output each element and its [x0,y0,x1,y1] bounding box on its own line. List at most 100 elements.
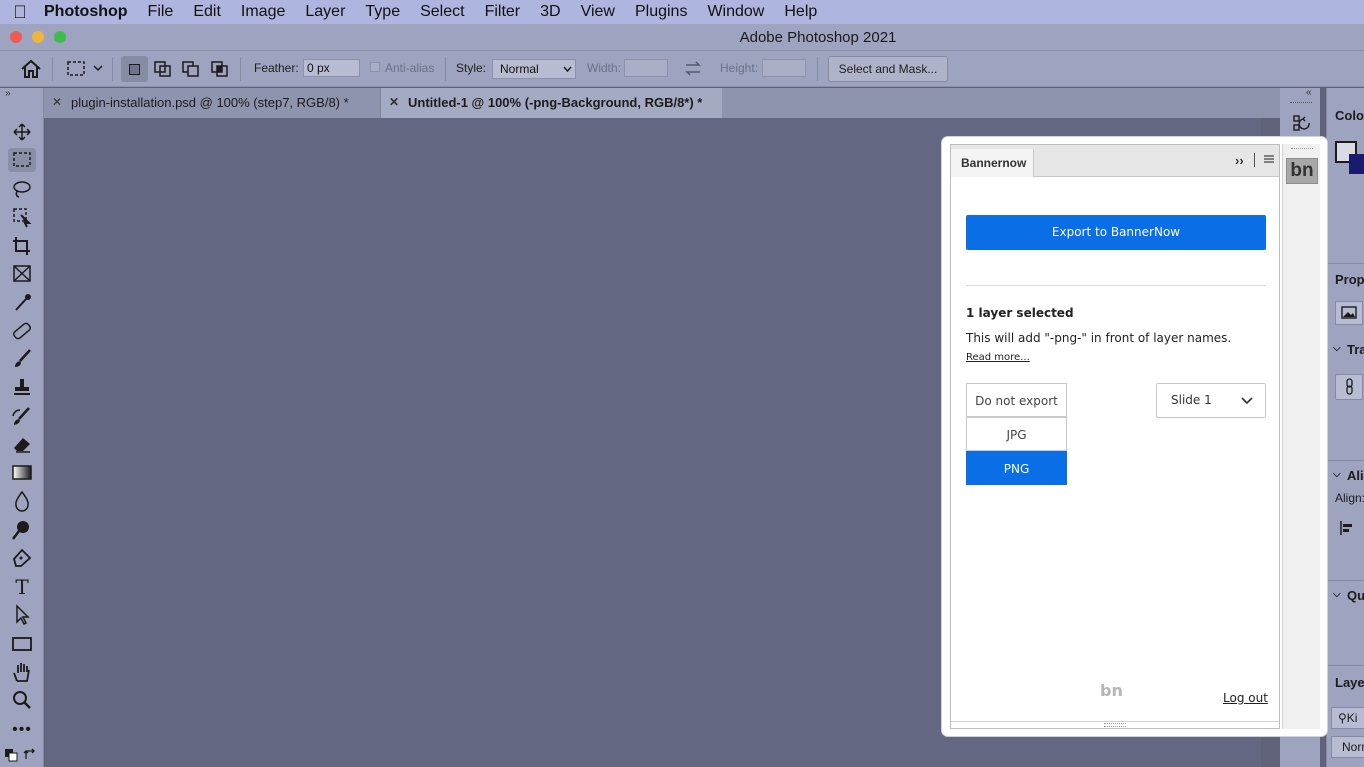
gradient-tool-icon[interactable] [8,461,36,485]
divider [1327,460,1364,461]
panel-menu-icon[interactable] [1263,155,1275,165]
align-section-title[interactable]: Ali [1347,468,1364,483]
history-brush-icon[interactable] [8,404,36,428]
transform-section-title[interactable]: Tra [1347,342,1364,357]
zoom-tool-icon[interactable] [8,688,36,712]
move-tool-icon[interactable] [8,120,36,144]
menu-window[interactable]: Window [707,3,764,21]
layer-kind-filter[interactable]: ⚲Ki [1331,707,1364,729]
home-icon[interactable] [20,59,42,79]
rectangle-tool-icon[interactable] [8,632,36,656]
add-selection-icon[interactable] [153,60,173,78]
default-colors-icon[interactable] [4,748,18,762]
close-tab-icon[interactable]: ✕ [389,95,399,109]
quick-actions-section-title[interactable]: Qu [1347,588,1364,603]
link-dimensions-button[interactable] [1335,374,1363,400]
object-select-tool-icon[interactable] [8,205,36,229]
lasso-tool-icon[interactable] [8,177,36,201]
chevron-down-icon[interactable]: ⌵ [1333,589,1341,600]
align-left-icon[interactable] [1339,520,1355,536]
subtract-selection-icon[interactable] [181,60,201,78]
eraser-tool-icon[interactable] [8,432,36,456]
divider [951,721,1279,722]
resize-grip[interactable] [1104,723,1126,727]
slide-select[interactable]: Slide 1 [1156,383,1266,418]
hand-tool-icon[interactable] [8,660,36,684]
pen-tool-icon[interactable] [8,546,36,570]
plugin-tab[interactable]: Bannernow [951,149,1034,177]
antialias-checkbox[interactable] [370,62,380,72]
dodge-tool-icon[interactable] [8,518,36,542]
collapse-toolbar-icon[interactable]: » [5,88,11,99]
healing-brush-icon[interactable] [8,319,36,343]
color-panel-title[interactable]: Color [1335,108,1364,123]
chevron-down-icon[interactable] [93,65,103,73]
menu-file[interactable]: File [148,3,174,21]
tab-untitled-1[interactable]: ✕ Untitled-1 @ 100% (-png-Background, RG… [380,88,722,118]
new-selection-button[interactable] [121,56,148,82]
slide-select-value: Slide 1 [1171,393,1212,407]
chevron-down-icon [563,66,572,73]
selection-info: 1 layer selected [966,306,1074,320]
path-select-tool-icon[interactable] [8,603,36,627]
select-and-mask-button[interactable]: Select and Mask... [828,56,948,82]
menu-view[interactable]: View [581,3,615,21]
properties-panel-title[interactable]: Prope [1335,272,1364,287]
frame-tool-icon[interactable] [8,262,36,286]
window-titlebar: Adobe Photoshop 2021 [0,24,1364,51]
more-tools-icon[interactable]: ••• [8,718,36,742]
menu-edit[interactable]: Edit [193,3,221,21]
menu-select[interactable]: Select [420,3,464,21]
close-tab-icon[interactable]: ✕ [52,95,62,109]
eyedropper-tool-icon[interactable] [8,290,36,314]
blur-tool-icon[interactable] [8,489,36,513]
apple-icon[interactable]:  [0,2,40,23]
bannernow-panel-button[interactable]: bn [1286,158,1318,184]
type-tool-icon[interactable]: T [8,575,36,599]
align-label: Align: [1335,491,1364,505]
intersect-selection-icon[interactable] [210,60,230,78]
rect-marquee-icon[interactable] [66,60,86,78]
dock-grip[interactable] [1291,148,1313,152]
format-option-jpg[interactable]: JPG [966,417,1067,451]
style-select[interactable]: Normal [492,59,576,79]
bannernow-logo: bn [1290,160,1314,181]
search-icon: ⚲ [1338,711,1347,725]
image-properties-icon[interactable] [1335,301,1363,325]
menu-image[interactable]: Image [241,3,285,21]
menu-3d[interactable]: 3D [540,3,560,21]
rect-marquee-icon [13,152,31,167]
format-option-do-not-export[interactable]: Do not export [966,383,1067,417]
marquee-tool-button[interactable] [8,148,36,172]
swap-colors-icon[interactable] [23,748,37,762]
height-input[interactable] [762,59,806,77]
blend-mode-select[interactable]: Norm [1331,736,1364,758]
crop-tool-icon[interactable] [8,234,36,258]
menu-plugins[interactable]: Plugins [635,3,687,21]
chevron-down-icon[interactable]: ⌵ [1333,343,1341,354]
background-color-swatch[interactable] [1349,154,1364,174]
tab-plugin-installation[interactable]: ✕ plugin-installation.psd @ 100% (step7,… [44,88,380,118]
swap-icon[interactable] [684,60,702,77]
style-label: Style: [456,61,487,75]
export-to-bannernow-button[interactable]: Export to BannerNow [966,215,1266,250]
menu-app-name[interactable]: Photoshop [44,3,128,21]
menu-layer[interactable]: Layer [305,3,345,21]
divider [1327,263,1364,264]
chevron-down-icon[interactable]: ⌵ [1333,469,1341,480]
read-more-link[interactable]: Read more... [966,352,1030,363]
stamp-tool-icon[interactable] [8,376,36,400]
brush-tool-icon[interactable] [8,347,36,371]
menu-type[interactable]: Type [365,3,400,21]
dock-grip[interactable] [1290,102,1312,104]
menu-help[interactable]: Help [784,3,817,21]
menu-filter[interactable]: Filter [485,3,521,21]
history-panel-icon[interactable] [1292,114,1312,134]
logout-link[interactable]: Log out [1223,691,1268,705]
layers-panel-title[interactable]: Layer [1335,675,1364,690]
expand-panel-icon[interactable]: ›› [1235,153,1244,168]
feather-input[interactable]: 0 px [303,59,360,77]
collapse-dock-icon[interactable]: « [1306,87,1312,98]
format-option-png[interactable]: PNG [966,451,1067,485]
width-input[interactable] [624,59,668,77]
